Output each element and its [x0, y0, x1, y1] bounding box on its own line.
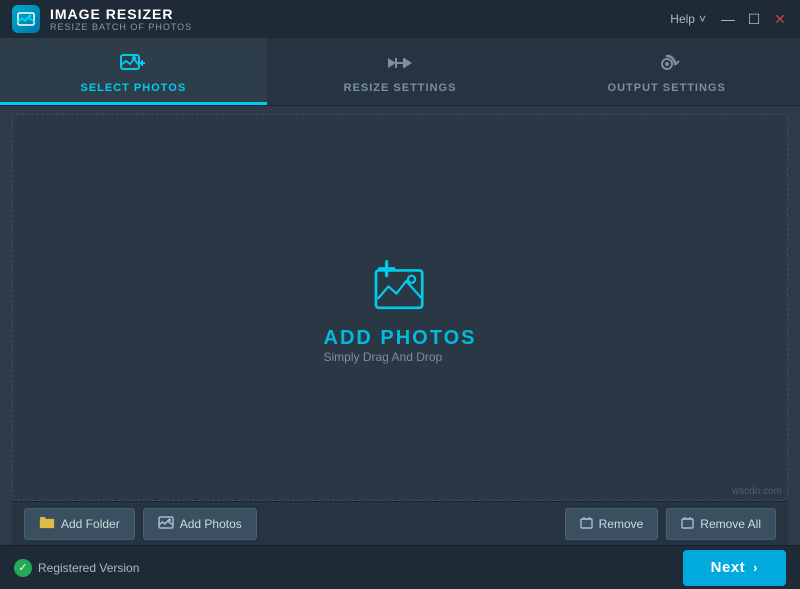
window-controls: — ☐ ✕ [720, 11, 788, 28]
bottom-toolbar-left: Add Folder Add Photos [24, 508, 257, 540]
footer: ✓ Registered Version Next › [0, 545, 800, 589]
resize-settings-icon [387, 52, 413, 78]
add-photos-label: ADD PHOTOS [324, 327, 477, 350]
app-logo [12, 5, 40, 33]
next-label: Next [711, 559, 746, 576]
next-arrow-icon: › [753, 560, 758, 575]
registered-label-wrapper: ✓ Registered Version [14, 559, 139, 577]
tab-resize-settings[interactable]: RESIZE SETTINGS [267, 38, 534, 105]
tab-output-settings-label: OUTPUT SETTINGS [608, 82, 726, 94]
help-label: Help [670, 12, 695, 26]
minimize-button[interactable]: — [720, 11, 736, 28]
select-photos-icon [120, 52, 146, 78]
folder-icon [39, 516, 55, 532]
remove-icon [580, 516, 593, 532]
tab-resize-settings-label: RESIZE SETTINGS [344, 82, 457, 94]
tab-output-settings[interactable]: OUTPUT SETTINGS [533, 38, 800, 105]
app-subtitle: RESIZE BATCH OF PHOTOS [50, 22, 192, 32]
remove-button[interactable]: Remove [565, 508, 659, 540]
remove-all-button[interactable]: Remove All [666, 508, 776, 540]
bottom-toolbar-right: Remove Remove All [565, 508, 776, 540]
help-chevron: ˅ [699, 12, 706, 26]
maximize-button[interactable]: ☐ [746, 11, 762, 28]
output-settings-icon [654, 52, 680, 78]
app-title: IMAGE RESIZER [50, 6, 192, 22]
title-bar-left: IMAGE RESIZER RESIZE BATCH OF PHOTOS [12, 5, 192, 33]
title-bar: IMAGE RESIZER RESIZE BATCH OF PHOTOS Hel… [0, 0, 800, 38]
drop-area[interactable]: ADD PHOTOS Simply Drag And Drop [12, 114, 788, 501]
bottom-toolbar: Add Folder Add Photos [12, 501, 788, 545]
drop-zone: ADD PHOTOS Simply Drag And Drop [324, 251, 477, 364]
content-wrapper: ADD PHOTOS Simply Drag And Drop Add Fold… [0, 106, 800, 545]
remove-label: Remove [599, 517, 644, 531]
drag-drop-label: Simply Drag And Drop [324, 350, 477, 364]
tab-bar: SELECT PHOTOS RESIZE SETTINGS OUTPUT SET… [0, 38, 800, 106]
remove-all-label: Remove All [700, 517, 761, 531]
add-photos-icon [360, 251, 440, 321]
add-folder-label: Add Folder [61, 517, 120, 531]
add-photos-btn-label: Add Photos [180, 517, 242, 531]
check-icon: ✓ [14, 559, 32, 577]
add-photos-icon-wrapper [324, 251, 477, 321]
title-bar-right: Help ˅ — ☐ ✕ [670, 11, 788, 28]
next-button[interactable]: Next › [683, 550, 786, 586]
add-photos-button[interactable]: Add Photos [143, 508, 257, 540]
photo-icon [158, 516, 174, 532]
help-button[interactable]: Help ˅ [670, 12, 706, 26]
app-title-block: IMAGE RESIZER RESIZE BATCH OF PHOTOS [50, 6, 192, 32]
tab-select-photos-label: SELECT PHOTOS [80, 82, 186, 94]
close-button[interactable]: ✕ [772, 11, 788, 28]
registered-label: Registered Version [38, 561, 139, 575]
add-folder-button[interactable]: Add Folder [24, 508, 135, 540]
remove-all-icon [681, 516, 694, 532]
tab-select-photos[interactable]: SELECT PHOTOS [0, 38, 267, 105]
